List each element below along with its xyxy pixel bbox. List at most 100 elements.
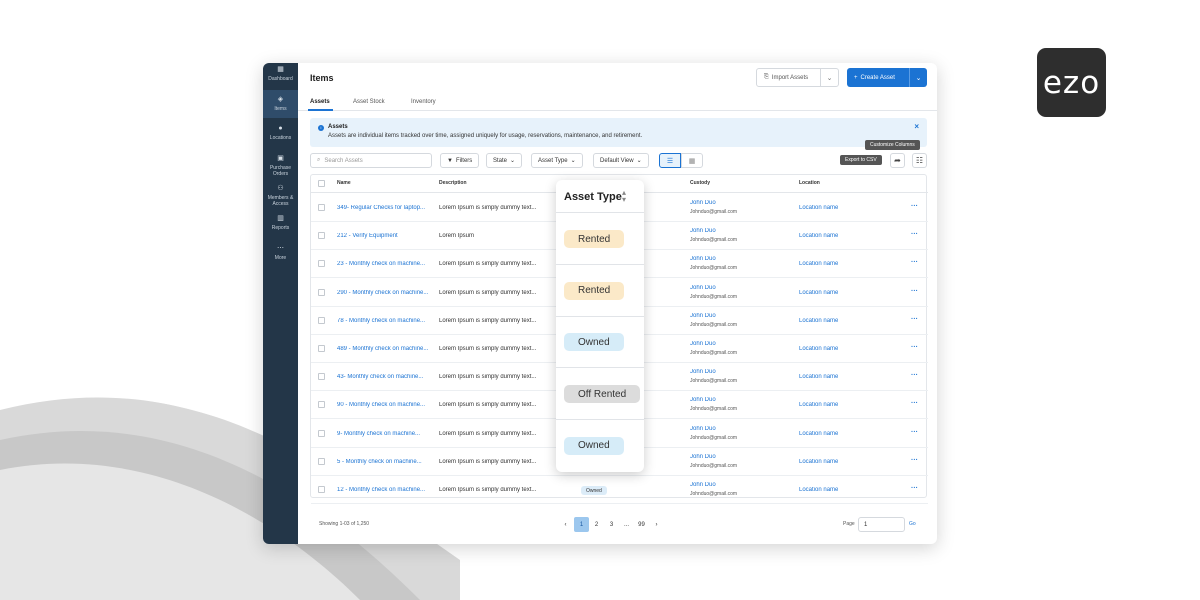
sidebar-item-label: Purchase Orders: [269, 165, 292, 177]
custody-name[interactable]: John Duo: [690, 341, 716, 347]
location-link[interactable]: Location name: [799, 318, 838, 324]
row-checkbox[interactable]: [318, 288, 325, 296]
custody-name[interactable]: John Duo: [690, 228, 716, 234]
view-dropdown[interactable]: Default View ⌄: [593, 153, 649, 168]
asset-name-link[interactable]: 290 - Monthly check on machine...: [337, 290, 433, 296]
filters-button[interactable]: ▼ Filters: [440, 153, 480, 168]
column-header-location[interactable]: Location: [799, 180, 820, 186]
location-link[interactable]: Location name: [799, 374, 838, 380]
create-label: Create Asset: [860, 74, 895, 81]
row-checkbox[interactable]: [318, 260, 325, 268]
row-checkbox[interactable]: [318, 316, 325, 324]
chevron-down-icon[interactable]: ⌄: [820, 69, 838, 86]
more-actions-icon[interactable]: ···: [911, 316, 918, 323]
custody-name[interactable]: John Duo: [690, 454, 716, 460]
more-actions-icon[interactable]: ···: [911, 288, 918, 295]
page-button[interactable]: 2: [589, 517, 604, 532]
more-actions-icon[interactable]: ···: [911, 457, 918, 464]
tab-inventory[interactable]: Inventory: [411, 99, 436, 105]
custody-name[interactable]: John Duo: [690, 313, 716, 319]
asset-description: Lorem Ipsum is simply dummy text...: [439, 402, 537, 409]
asset-name-link[interactable]: 489 - Monthly check on machine...: [337, 346, 433, 352]
location-link[interactable]: Location name: [799, 346, 838, 352]
table-row[interactable]: 12 - Monthly check on machine... Lorem Ip…: [311, 476, 928, 504]
tab-asset-stock[interactable]: Asset Stock: [353, 99, 385, 105]
row-checkbox[interactable]: [318, 429, 325, 437]
more-actions-icon[interactable]: ···: [911, 400, 918, 407]
location-link[interactable]: Location name: [799, 233, 838, 239]
page-button[interactable]: 1: [574, 517, 589, 532]
location-link[interactable]: Location name: [799, 431, 838, 437]
more-actions-icon[interactable]: ···: [911, 485, 918, 492]
columns-icon[interactable]: ☷: [912, 153, 927, 168]
asset-name-link[interactable]: 23 - Monthly check on machine...: [337, 261, 433, 267]
asset-name-link[interactable]: 212 - Verify Equipment: [337, 233, 433, 239]
page-input[interactable]: 1: [858, 517, 905, 532]
column-header-description[interactable]: Description: [439, 180, 467, 186]
sidebar-item-members-access[interactable]: ⚇ Members & Access: [263, 185, 298, 209]
search-input[interactable]: ⌕ Search Assets: [310, 153, 432, 168]
row-checkbox[interactable]: [318, 232, 325, 240]
page-button[interactable]: 3: [604, 517, 619, 532]
select-all-checkbox[interactable]: [318, 180, 325, 187]
next-page-icon[interactable]: ›: [649, 517, 664, 532]
sidebar-item-dashboard[interactable]: ▦ Dashboard: [263, 66, 298, 88]
share-icon[interactable]: ➦: [890, 153, 905, 168]
custody-name[interactable]: John Duo: [690, 256, 716, 262]
asset-name-link[interactable]: 90 - Monthly check on machine...: [337, 402, 433, 408]
asset-name-link[interactable]: 12 - Monthly check on machine...: [337, 487, 433, 493]
row-checkbox[interactable]: [318, 457, 325, 465]
asset-type-label: Asset Type: [538, 157, 568, 164]
row-checkbox[interactable]: [318, 373, 325, 381]
row-checkbox[interactable]: [318, 345, 325, 352]
row-checkbox[interactable]: [318, 486, 325, 493]
more-actions-icon[interactable]: ···: [911, 344, 918, 351]
asset-type-dropdown[interactable]: Asset Type ⌄: [531, 153, 583, 168]
chevron-down-icon[interactable]: ⌄: [909, 68, 927, 87]
location-link[interactable]: Location name: [799, 402, 838, 408]
state-dropdown[interactable]: State ⌄: [486, 153, 523, 168]
asset-name-link[interactable]: 9- Monthly check on machine...: [337, 431, 433, 437]
column-header-custody[interactable]: Custody: [690, 180, 710, 186]
more-actions-icon[interactable]: ···: [911, 203, 918, 210]
custody-name[interactable]: John Duo: [690, 200, 716, 206]
location-link[interactable]: Location name: [799, 261, 838, 267]
row-checkbox[interactable]: [318, 204, 325, 211]
location-link[interactable]: Location name: [799, 459, 838, 465]
sort-icon[interactable]: ▴ ▾: [622, 189, 626, 204]
location-link[interactable]: Location name: [799, 205, 838, 211]
create-asset-button[interactable]: + Create Asset ⌄: [847, 68, 927, 87]
tab-assets[interactable]: Assets: [310, 99, 330, 105]
more-actions-icon[interactable]: ···: [911, 231, 918, 238]
asset-name-link[interactable]: 78 - Monthly check on machine...: [337, 318, 433, 324]
go-button[interactable]: Go: [909, 521, 916, 527]
showing-count: Showing 1-03 of 1,250: [319, 521, 370, 527]
custody-name[interactable]: John Duo: [690, 426, 716, 432]
custody-name[interactable]: John Duo: [690, 397, 716, 403]
sidebar-item-locations[interactable]: ● Locations: [263, 125, 298, 145]
grid-view-icon[interactable]: ▦: [681, 153, 703, 168]
sidebar-item-purchase-orders[interactable]: ▣ Purchase Orders: [263, 155, 298, 179]
location-link[interactable]: Location name: [799, 487, 838, 493]
asset-name-link[interactable]: 349- Regular Checks for laptop...: [337, 205, 433, 211]
more-actions-icon[interactable]: ···: [911, 259, 918, 266]
logo-text: ezo: [1042, 64, 1101, 101]
custody-name[interactable]: John Duo: [690, 285, 716, 291]
more-actions-icon[interactable]: ···: [911, 372, 918, 379]
sidebar-item-items[interactable]: ◈ Items: [263, 90, 298, 118]
close-icon[interactable]: ×: [914, 122, 919, 131]
column-header-name[interactable]: Name: [337, 180, 351, 186]
import-assets-button[interactable]: ⎘ Import Assets ⌄: [756, 68, 839, 87]
asset-name-link[interactable]: 43- Monthly check on machine...: [337, 374, 433, 380]
list-view-icon[interactable]: ☰: [659, 153, 681, 168]
asset-name-link[interactable]: 5 - Monthly check on machine...: [337, 459, 433, 465]
more-actions-icon[interactable]: ···: [911, 429, 918, 436]
sidebar-item-reports[interactable]: ▥ Reports: [263, 215, 298, 233]
custody-name[interactable]: John Duo: [690, 482, 716, 488]
page-button[interactable]: 99: [634, 517, 649, 532]
sidebar-item-more[interactable]: ⋯ More: [263, 245, 298, 263]
location-link[interactable]: Location name: [799, 290, 838, 296]
prev-page-icon[interactable]: ‹: [558, 517, 573, 532]
custody-name[interactable]: John Duo: [690, 369, 716, 375]
row-checkbox[interactable]: [318, 401, 325, 409]
